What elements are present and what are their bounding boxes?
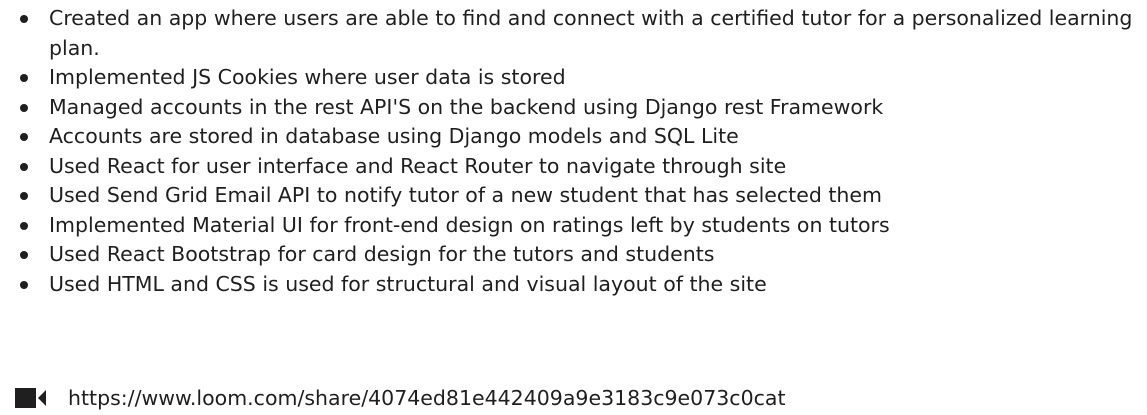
list-item: Used React for user interface and React … <box>0 152 1147 182</box>
bullet-text: Used React Bootstrap for card design for… <box>49 242 715 266</box>
bullet-text: Accounts are stored in database using Dj… <box>49 124 739 148</box>
bullet-text: Implemented JS Cookies where user data i… <box>49 65 566 89</box>
bullet-text: Implemented Material UI for front-end de… <box>49 212 890 237</box>
bullet-icon <box>20 74 28 82</box>
list-item: Used React Bootstrap for card design for… <box>0 240 1147 270</box>
list-item: Used HTML and CSS is used for structural… <box>0 270 1147 300</box>
bullet-icon <box>20 103 28 112</box>
bullet-icon <box>20 221 28 230</box>
bullet-text: Used React for user interface and React … <box>49 153 787 178</box>
list-item: Implemented Material UI for front-end de… <box>0 211 1147 241</box>
bullet-text: Created an app where users are able to f… <box>49 6 1133 60</box>
bullet-text: Used HTML and CSS is used for structural… <box>49 271 767 296</box>
bullet-text: Managed accounts in the rest API'S on th… <box>49 94 884 119</box>
bullet-text: Used Send Grid Email API to notify tutor… <box>49 183 882 207</box>
list-item: Used Send Grid Email API to notify tutor… <box>0 181 1147 211</box>
bullet-icon <box>20 251 28 259</box>
project-bullet-list: Created an app where users are able to f… <box>0 4 1147 299</box>
list-item: Accounts are stored in database using Dj… <box>0 122 1147 152</box>
bullet-icon <box>20 15 28 23</box>
list-item: Implemented JS Cookies where user data i… <box>0 63 1147 93</box>
bullet-icon <box>20 133 28 141</box>
document: Created an app where users are able to f… <box>0 0 1147 415</box>
video-camera-icon <box>15 388 46 408</box>
bullet-icon <box>20 280 28 289</box>
list-item: Created an app where users are able to f… <box>0 4 1147 63</box>
loom-video-link[interactable]: https://www.loom.com/share/4074ed81e4424… <box>68 386 785 410</box>
video-link-row: https://www.loom.com/share/4074ed81e4424… <box>15 384 785 412</box>
bullet-icon <box>20 162 28 171</box>
list-item: Managed accounts in the rest API'S on th… <box>0 93 1147 123</box>
bullet-icon <box>20 192 28 200</box>
